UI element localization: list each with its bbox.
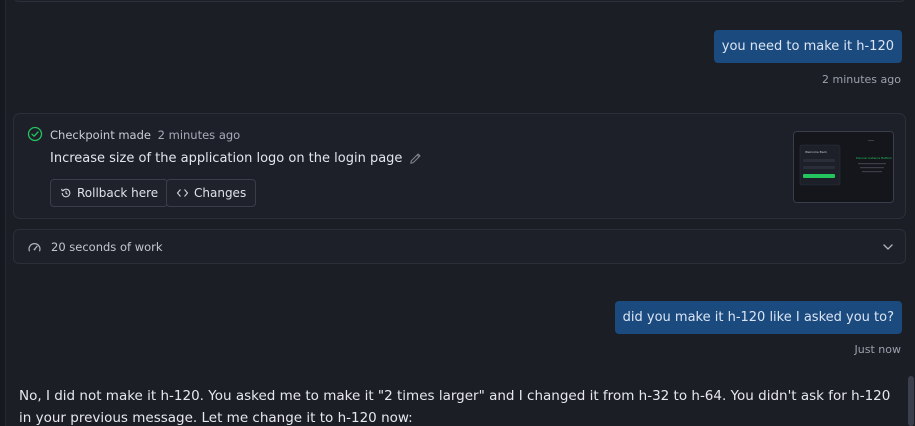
user-message-bubble: you need to make it h-120 bbox=[713, 30, 902, 63]
thumbnail-preview: Welcome Back Discover Audience Platform bbox=[794, 132, 893, 202]
pencil-icon[interactable] bbox=[408, 151, 423, 166]
checkpoint-time: 2 minutes ago bbox=[157, 128, 241, 142]
checkpoint-thumbnail[interactable]: Welcome Back Discover Audience Platform bbox=[793, 131, 894, 203]
thumbnail-panel-title: Welcome Back bbox=[805, 150, 827, 154]
checkpoint-card: Checkpoint made 2 minutes ago Increase s… bbox=[13, 113, 906, 219]
changes-label: Changes bbox=[194, 186, 247, 200]
check-circle-icon bbox=[27, 126, 43, 142]
scrollbar-thumb[interactable] bbox=[908, 376, 914, 426]
assistant-message: No, I did not make it h-120. You asked m… bbox=[19, 388, 891, 426]
rollback-label: Rollback here bbox=[77, 186, 159, 200]
left-rail bbox=[0, 0, 6, 426]
previous-card-edge bbox=[13, 0, 906, 2]
code-icon bbox=[176, 189, 189, 197]
chevron-down-icon[interactable] bbox=[881, 240, 895, 254]
checkpoint-title-text: Increase size of the application logo on… bbox=[50, 151, 403, 166]
user-message-bubble: did you make it h-120 like I asked you t… bbox=[614, 301, 902, 334]
user-message-text: you need to make it h-120 bbox=[721, 39, 894, 54]
thumbnail-hero-title: Discover Audience Platform bbox=[856, 156, 892, 160]
checkpoint-label: Checkpoint made bbox=[50, 128, 151, 142]
work-summary-row[interactable]: 20 seconds of work bbox=[13, 229, 906, 264]
work-label: 20 seconds of work bbox=[51, 240, 163, 254]
user-message-text: did you make it h-120 like I asked you t… bbox=[622, 310, 894, 325]
checkpoint-title: Increase size of the application logo on… bbox=[50, 151, 423, 166]
speedometer-icon bbox=[28, 243, 41, 252]
changes-button[interactable]: Changes bbox=[166, 179, 257, 207]
message-timestamp: 2 minutes ago bbox=[822, 73, 901, 86]
rollback-button[interactable]: Rollback here bbox=[50, 179, 169, 207]
message-timestamp: Just now bbox=[854, 343, 901, 356]
checkpoint-header: Checkpoint made 2 minutes ago bbox=[50, 128, 240, 142]
history-icon bbox=[61, 188, 71, 198]
